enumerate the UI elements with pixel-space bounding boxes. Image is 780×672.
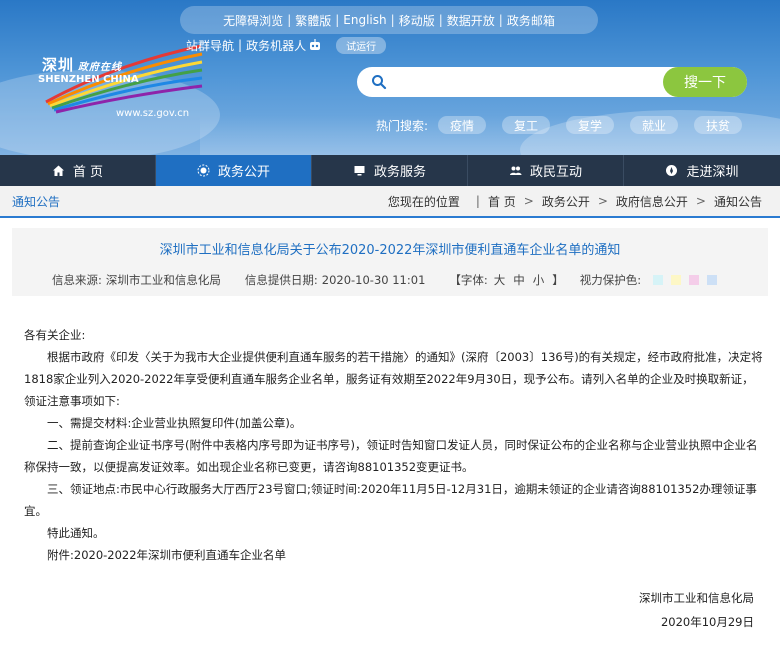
crumb-notices[interactable]: 通知公告 — [714, 193, 762, 210]
nav-interaction[interactable]: 政民互动 — [468, 155, 624, 186]
crumb-info-public[interactable]: 政府信息公开 — [616, 193, 688, 210]
hot-searches: 热门搜索: 疫情 复工 复学 就业 扶贫 — [376, 116, 758, 134]
breadcrumb-path: 您现在的位置 | 首 页 > 政务公开 > 政府信息公开 > 通知公告 — [388, 193, 762, 210]
search-icon — [372, 75, 387, 90]
robot-icon — [310, 39, 321, 50]
link-gov-robot[interactable]: 政务机器人 — [246, 37, 306, 54]
logo-url-text: www.sz.gov.cn — [116, 108, 190, 119]
chevron-right-icon: > — [597, 194, 608, 208]
separator: | — [438, 13, 443, 27]
people-icon — [509, 166, 522, 175]
crumb-home[interactable]: 首 页 — [488, 193, 516, 210]
link-accessibility[interactable]: 无障碍浏览 — [223, 12, 283, 29]
paragraph: 一、需提交材料:企业营业执照复印件(加盖公章)。 — [47, 416, 302, 430]
hot-tag-poverty-relief[interactable]: 扶贫 — [694, 116, 743, 134]
date-label: 信息提供日期: — [244, 273, 318, 287]
header-banner: 深圳 政府在线 SHENZHEN CHINA www.sz.gov.cn 无障碍浏… — [0, 0, 780, 155]
position-label: 您现在的位置 — [387, 194, 460, 209]
search-button[interactable]: 搜一下 — [663, 67, 747, 97]
paragraph: 二、提前查询企业证书序号(附件中表格内序号即为证书序号)，领证时告知窗口发证人员… — [24, 438, 758, 474]
font-size-label: 【字体: — [449, 273, 488, 287]
monitor-icon — [354, 166, 365, 176]
article-meta: 信息来源: 深圳市工业和信息化局 信息提供日期: 2020-10-30 11:0… — [52, 272, 718, 288]
nav-interaction-label: 政民互动 — [529, 165, 582, 180]
nav-home[interactable]: 首 页 — [0, 155, 156, 186]
gov-affairs-icon — [197, 164, 210, 177]
logo-cn-small: 政府在线 — [78, 62, 123, 73]
link-site-nav[interactable]: 站群导航 — [186, 37, 234, 54]
nav-gov-services[interactable]: 政务服务 — [312, 155, 468, 186]
separator: | — [335, 13, 340, 27]
hot-search-label: 热门搜索: — [376, 118, 429, 133]
link-mobile[interactable]: 移动版 — [399, 12, 435, 29]
main-nav: 首 页 政务公开 政务服务 政民互动 走进深圳 — [0, 155, 780, 186]
sign-date: 2020年10月29日 — [660, 615, 754, 629]
font-size-close: 】 — [552, 273, 564, 287]
nav-about-shenzhen[interactable]: 走进深圳 — [624, 155, 780, 186]
home-icon — [52, 165, 64, 176]
vision-color-yellow[interactable] — [671, 275, 682, 285]
search-bar: 搜一下 — [357, 67, 747, 97]
nav-about-shenzhen-label: 走进深圳 — [686, 165, 739, 180]
font-small-button[interactable]: 小 — [533, 272, 545, 288]
link-open-data[interactable]: 数据开放 — [447, 12, 495, 29]
date-value: 2020-10-30 11:01 — [321, 273, 426, 287]
article-body: 各有关企业: 根据市政府《印发〈关于为我市大企业提供便利直通车服务的若干措施〉的… — [24, 324, 764, 566]
trial-badge: 试运行 — [336, 36, 387, 54]
paragraph: 特此通知。 — [47, 526, 105, 540]
logo-cn-text: 深圳 — [42, 56, 75, 74]
logo-text: 深圳 政府在线 — [42, 54, 122, 75]
vision-color-pink[interactable] — [689, 275, 700, 285]
hot-tag-resume-school[interactable]: 复学 — [566, 116, 615, 134]
sub-links: 站群导航 | 政务机器人 试运行 — [186, 36, 387, 54]
link-english[interactable]: English — [343, 13, 386, 27]
separator: | — [390, 13, 395, 27]
separator: | — [287, 13, 292, 27]
top-links-bar: 无障碍浏览 | 繁體版 | English | 移动版 | 数据开放 | 政务邮… — [180, 6, 598, 34]
signature: 深圳市工业和信息化局 — [639, 591, 754, 605]
link-gov-mail[interactable]: 政务邮箱 — [507, 12, 555, 29]
compass-icon — [666, 165, 678, 176]
source-label: 信息来源: — [52, 273, 102, 287]
source-value: 深圳市工业和信息化局 — [105, 273, 221, 287]
chevron-right-icon: > — [695, 194, 706, 208]
separator: | — [475, 194, 480, 208]
article-title: 深圳市工业和信息化局关于公布2020-2022年深圳市便利直通车企业名单的通知 — [159, 243, 621, 258]
nav-gov-services-label: 政务服务 — [373, 165, 426, 180]
nav-gov-affairs-label: 政务公开 — [217, 165, 270, 180]
vision-label: 视力保护色: — [579, 273, 642, 287]
separator: | — [238, 38, 243, 52]
vision-color-blue[interactable] — [707, 275, 718, 285]
separator: | — [498, 13, 503, 27]
vision-color-cyan[interactable] — [653, 275, 664, 285]
crumb-gov-affairs[interactable]: 政务公开 — [542, 193, 590, 210]
section-title[interactable]: 通知公告 — [12, 193, 60, 210]
nav-gov-affairs[interactable]: 政务公开 — [156, 155, 312, 186]
attachment-link[interactable]: 附件:2020-2022年深圳市便利直通车企业名单 — [24, 544, 764, 566]
breadcrumb: 通知公告 您现在的位置 | 首 页 > 政务公开 > 政府信息公开 > 通知公告 — [0, 186, 780, 218]
link-traditional[interactable]: 繁體版 — [295, 12, 331, 29]
logo-en-text: SHENZHEN CHINA — [38, 74, 139, 85]
hot-tag-resume-work[interactable]: 复工 — [502, 116, 551, 134]
salutation: 各有关企业: — [24, 328, 86, 342]
hot-tag-employment[interactable]: 就业 — [630, 116, 679, 134]
hot-tag-epidemic[interactable]: 疫情 — [438, 116, 487, 134]
chevron-right-icon: > — [523, 194, 534, 208]
paragraph: 三、领证地点:市民中心行政服务大厅西厅23号窗口;领证时间:2020年11月5日… — [24, 482, 757, 518]
font-large-button[interactable]: 大 — [494, 272, 506, 288]
nav-home-label: 首 页 — [72, 165, 104, 180]
paragraph: 根据市政府《印发〈关于为我市大企业提供便利直通车服务的若干措施〉的通知》(深府〔… — [24, 350, 763, 408]
font-medium-button[interactable]: 中 — [513, 272, 525, 288]
